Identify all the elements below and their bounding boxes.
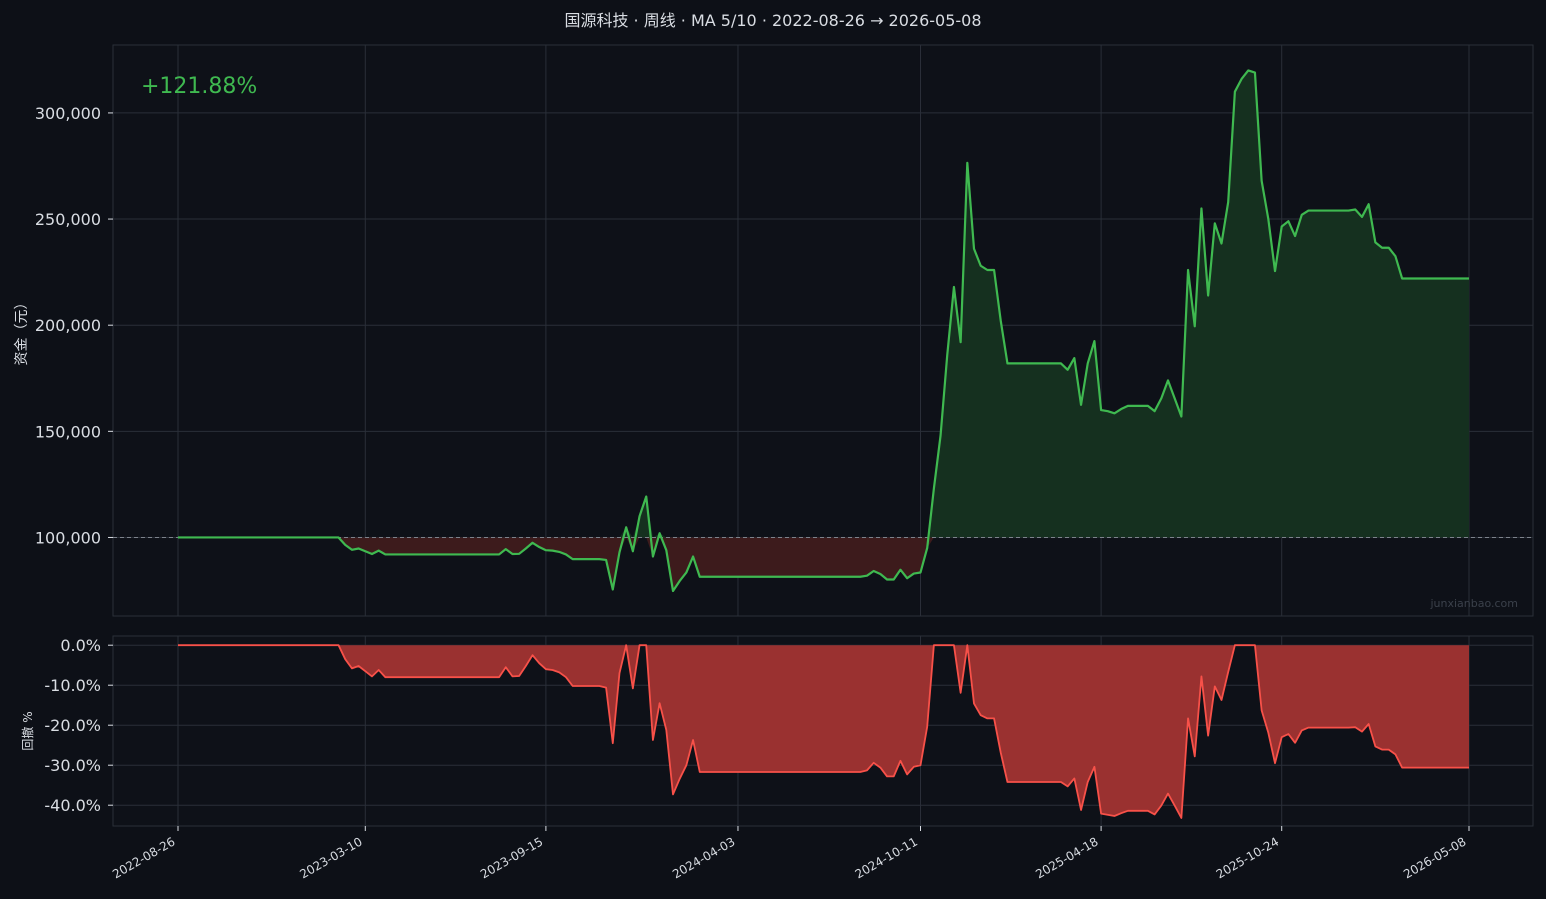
return-label: +121.88% [141,74,257,99]
x-tick-label: 2025-04-18 [1033,834,1100,881]
drawdown-y-tick-label: -40.0% [44,796,101,815]
drawdown-panel: 0.0% -10.0% -20.0% -30.0% -40.0% 回撤 % [20,635,1534,827]
drawdown-y-tick-label: 0.0% [60,636,101,655]
drawdown-y-tick-label: -30.0% [44,756,101,775]
x-tick-label: 2023-03-10 [297,834,364,881]
x-tick-label: 2026-05-08 [1401,834,1468,881]
equity-panel: 100,000 150,000 200,000 250,000 300,000 资金（元… [14,44,1534,617]
backtest-chart: 国源科技 · 周线 · MA 5/10 · 2022-08-26 → 2026-… [0,0,1546,895]
drawdown-y-axis-label: 回撤 % [20,711,35,750]
chart-canvas: 国源科技 · 周线 · MA 5/10 · 2022-08-26 → 2026-… [14,11,1534,881]
equity-y-tick-labels: 100,000 150,000 200,000 250,000 300,000 [35,104,113,547]
chart-title: 国源科技 · 周线 · MA 5/10 · 2022-08-26 → 2026-… [564,11,981,30]
x-axis: 2022-08-26 2023-03-10 2023-09-15 2024-04-03… [110,826,1470,881]
equity-y-tick-label: 100,000 [35,528,101,547]
x-tick-label: 2024-10-11 [853,834,920,881]
equity-y-tick-label: 150,000 [35,422,101,441]
x-tick-label: 2023-09-15 [478,834,545,881]
x-tick-label: 2022-08-26 [110,834,177,881]
equity-y-axis-label: 资金（元） [14,296,30,366]
drawdown-y-tick-label: -10.0% [44,676,101,695]
x-tick-label: 2024-04-03 [670,834,737,881]
drawdown-y-tick-label: -20.0% [44,716,101,735]
equity-y-tick-label: 200,000 [35,316,101,335]
equity-y-tick-label: 250,000 [35,210,101,229]
x-tick-label: 2025-10-24 [1214,834,1281,881]
drawdown-y-tick-labels: 0.0% -10.0% -20.0% -30.0% -40.0% [44,636,113,815]
equity-y-tick-label: 300,000 [35,104,101,123]
watermark: junxianbao.com [1429,597,1518,610]
